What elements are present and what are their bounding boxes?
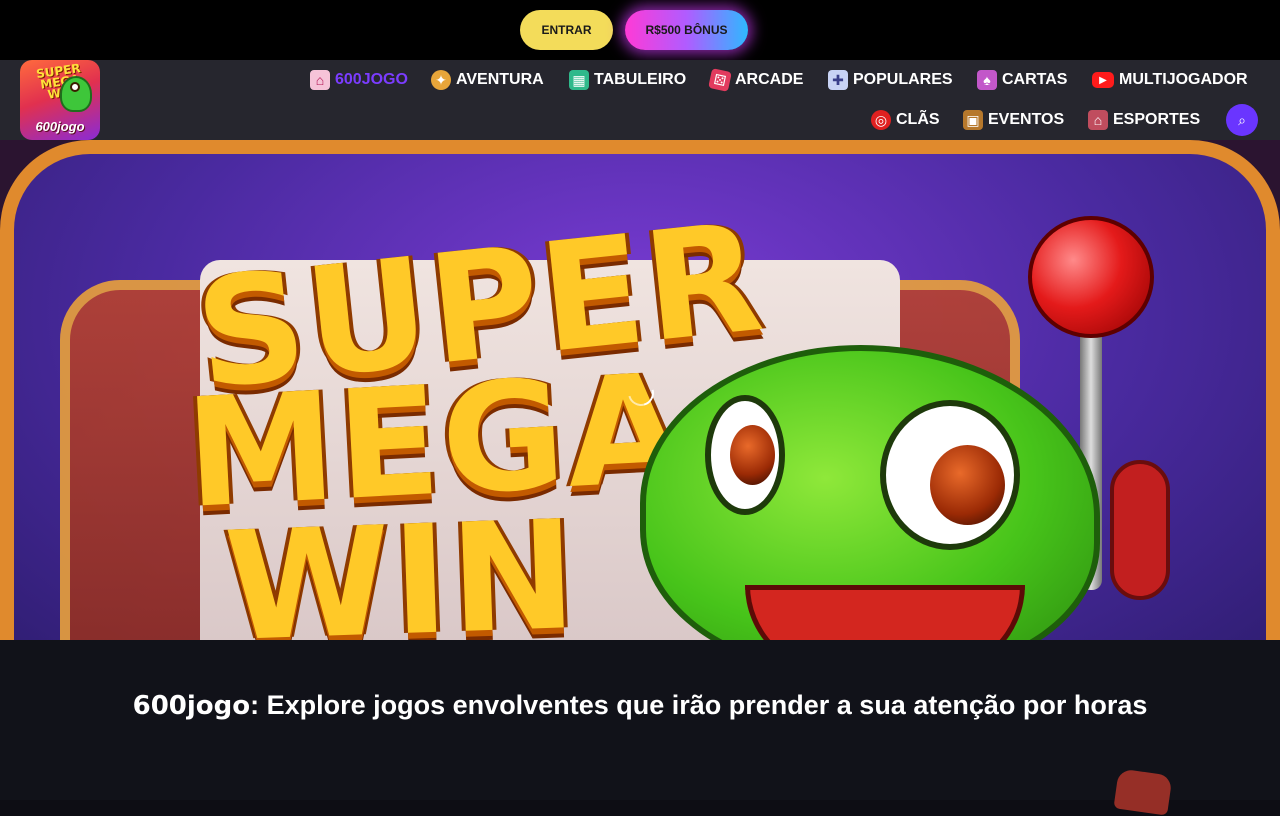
nav-item-label: AVENTURA: [456, 71, 544, 88]
nav-item-cartas[interactable]: ♠ CARTAS: [977, 68, 1067, 92]
home-icon: ⌂: [310, 70, 330, 90]
search-button[interactable]: ⌕: [1226, 104, 1258, 136]
nav-item-label: CLÃS: [896, 111, 940, 128]
crocodile-pupil-right: [930, 445, 1005, 525]
heading-text: : Explore jogos envolventes que irão pre…: [250, 690, 1148, 720]
logo-brand: 600jogo: [35, 119, 85, 134]
slot-lever-ball: [1028, 216, 1154, 338]
logo-crocodile-eye: [70, 82, 80, 92]
hero-title-line: WIN: [222, 488, 581, 640]
board-game-icon: ▦: [569, 70, 589, 90]
nav-item-tabuleiro[interactable]: ▦ TABULEIRO: [569, 68, 686, 92]
search-icon: ⌕: [1238, 111, 1246, 128]
nav-item-arcade[interactable]: ⚄ ARCADE: [708, 68, 804, 92]
crocodile-pupil-left: [730, 425, 775, 485]
nav-item-populares[interactable]: ✚ POPULARES: [828, 68, 953, 92]
main-navbar: SUPERMEGAWIN 600jogo ⌂ 600JOGO ✦ AVENTUR…: [0, 60, 1280, 140]
gamepad-icon: ✚: [828, 70, 848, 90]
slot-lever-base: [1110, 460, 1170, 600]
nav-item-clas[interactable]: ◎ CLÃS: [871, 108, 940, 132]
treasure-icon: ▣: [963, 110, 983, 130]
cards-icon: ♠: [977, 70, 997, 90]
heading-brand: 600jogo: [132, 691, 251, 721]
login-button[interactable]: ENTRAR: [520, 10, 613, 50]
nav-item-label: TABULEIRO: [594, 71, 687, 88]
nav-item-label: CARTAS: [1002, 71, 1068, 88]
nav-item-aventura[interactable]: ✦ AVENTURA: [431, 68, 544, 92]
decorative-chest: [1113, 768, 1173, 816]
top-auth-bar: ENTRAR R$500 BÔNUS: [0, 0, 1280, 60]
nav-item-esportes[interactable]: ⌂ ESPORTES: [1088, 108, 1200, 132]
hero-banner[interactable]: SUPER MEGA WIN: [0, 140, 1280, 640]
bonus-button[interactable]: R$500 BÔNUS: [625, 10, 748, 50]
crocodile-mouth: [745, 585, 1025, 640]
stadium-icon: ⌂: [1088, 110, 1108, 130]
nav-item-multijogador[interactable]: ▶ MULTIJOGADOR: [1092, 68, 1248, 92]
nav-item-label: ESPORTES: [1113, 111, 1201, 128]
nav-item-label: EVENTOS: [988, 111, 1065, 128]
intro-section: 600jogo: Explore jogos envolventes que i…: [0, 640, 1280, 816]
nav-item-label: MULTIJOGADOR: [1119, 71, 1248, 88]
compass-icon: ✦: [431, 70, 451, 90]
site-logo[interactable]: SUPERMEGAWIN 600jogo: [20, 60, 100, 140]
nav-item-label: ARCADE: [735, 71, 804, 88]
page-heading: 600jogo: Explore jogos envolventes que i…: [0, 688, 1280, 723]
nav-item-600jogo[interactable]: ⌂ 600JOGO: [310, 68, 408, 92]
dice-icon: ⚄: [708, 68, 732, 92]
nav-item-label: 600JOGO: [335, 71, 408, 88]
nav-item-label: POPULARES: [853, 71, 953, 88]
lifebuoy-icon: ◎: [871, 110, 891, 130]
nav-item-eventos[interactable]: ▣ EVENTOS: [963, 108, 1064, 132]
youtube-icon: ▶: [1092, 72, 1114, 88]
